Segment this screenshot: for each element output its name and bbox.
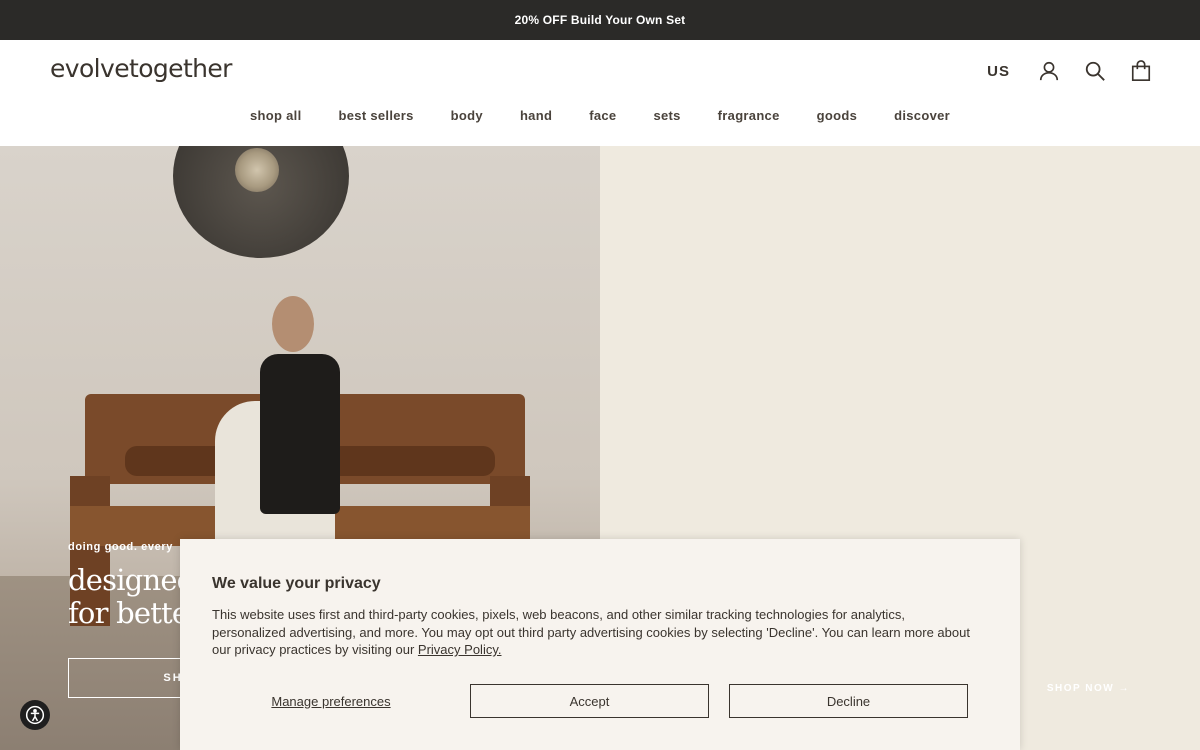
site-header: evolvetogether US shop all best sellers … bbox=[0, 40, 1200, 146]
site-logo[interactable]: evolvetogether bbox=[50, 54, 232, 83]
cookie-banner: We value your privacy This website uses … bbox=[180, 539, 1020, 750]
nav-item-goods[interactable]: goods bbox=[798, 108, 876, 123]
nav-item-hand[interactable]: hand bbox=[501, 108, 570, 123]
hero-model-top bbox=[260, 354, 340, 514]
header-actions: US bbox=[987, 58, 1152, 84]
account-icon[interactable] bbox=[1038, 58, 1060, 84]
accessibility-button[interactable] bbox=[20, 700, 50, 730]
accept-button[interactable]: Accept bbox=[470, 684, 709, 718]
nav-item-shop-all[interactable]: shop all bbox=[231, 108, 320, 123]
cart-icon[interactable] bbox=[1130, 58, 1152, 84]
cookie-title: We value your privacy bbox=[212, 575, 381, 592]
hero-gong-center bbox=[235, 148, 279, 192]
search-icon[interactable] bbox=[1084, 58, 1106, 84]
nav-item-body[interactable]: body bbox=[432, 108, 501, 123]
manage-preferences-link[interactable]: Manage preferences bbox=[212, 694, 450, 709]
announcement-text[interactable]: 20% OFF Build Your Own Set bbox=[515, 13, 686, 27]
announcement-bar[interactable]: 20% OFF Build Your Own Set bbox=[0, 0, 1200, 40]
nav-item-fragrance[interactable]: fragrance bbox=[699, 108, 798, 123]
nav-item-face[interactable]: face bbox=[571, 108, 635, 123]
country-selector[interactable]: US bbox=[987, 63, 1010, 80]
shop-now-link[interactable]: SHOP NOW → bbox=[1047, 683, 1130, 694]
privacy-policy-link[interactable]: Privacy Policy. bbox=[418, 642, 502, 657]
nav-item-best-sellers[interactable]: best sellers bbox=[320, 108, 432, 123]
accessibility-icon bbox=[25, 705, 45, 725]
nav-item-discover[interactable]: discover bbox=[876, 108, 969, 123]
cookie-actions: Manage preferences Accept Decline bbox=[212, 684, 968, 718]
nav-item-sets[interactable]: sets bbox=[635, 108, 699, 123]
hero-kicker: doing good. every bbox=[68, 541, 173, 553]
cookie-body: This website uses first and third-party … bbox=[212, 607, 970, 657]
hero-model-head bbox=[272, 296, 314, 352]
main-nav: shop all best sellers body hand face set… bbox=[0, 108, 1200, 123]
cookie-text: This website uses first and third-party … bbox=[212, 606, 982, 659]
decline-button[interactable]: Decline bbox=[729, 684, 968, 718]
